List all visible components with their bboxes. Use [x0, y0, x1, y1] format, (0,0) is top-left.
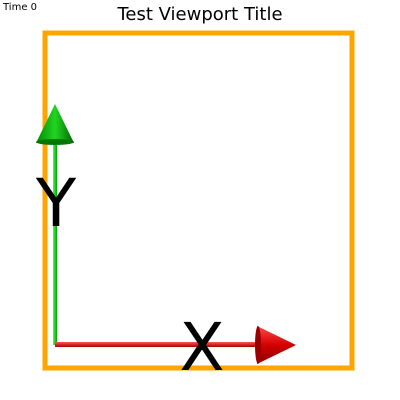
y-axis-cone: [36, 104, 74, 143]
x-axis-cone: [257, 326, 296, 364]
x-axis-arrow: [55, 326, 296, 364]
y-axis-cone-base: [36, 139, 74, 145]
x-axis-cone-base: [255, 326, 261, 364]
x-axis-shaft: [55, 342, 260, 347]
y-axis-label: Y: [35, 165, 77, 242]
render-viewport[interactable]: Time 0 Test Viewport Title Y X: [0, 0, 400, 400]
scene-canvas[interactable]: Y X: [0, 0, 400, 400]
x-axis-label: X: [179, 309, 224, 386]
